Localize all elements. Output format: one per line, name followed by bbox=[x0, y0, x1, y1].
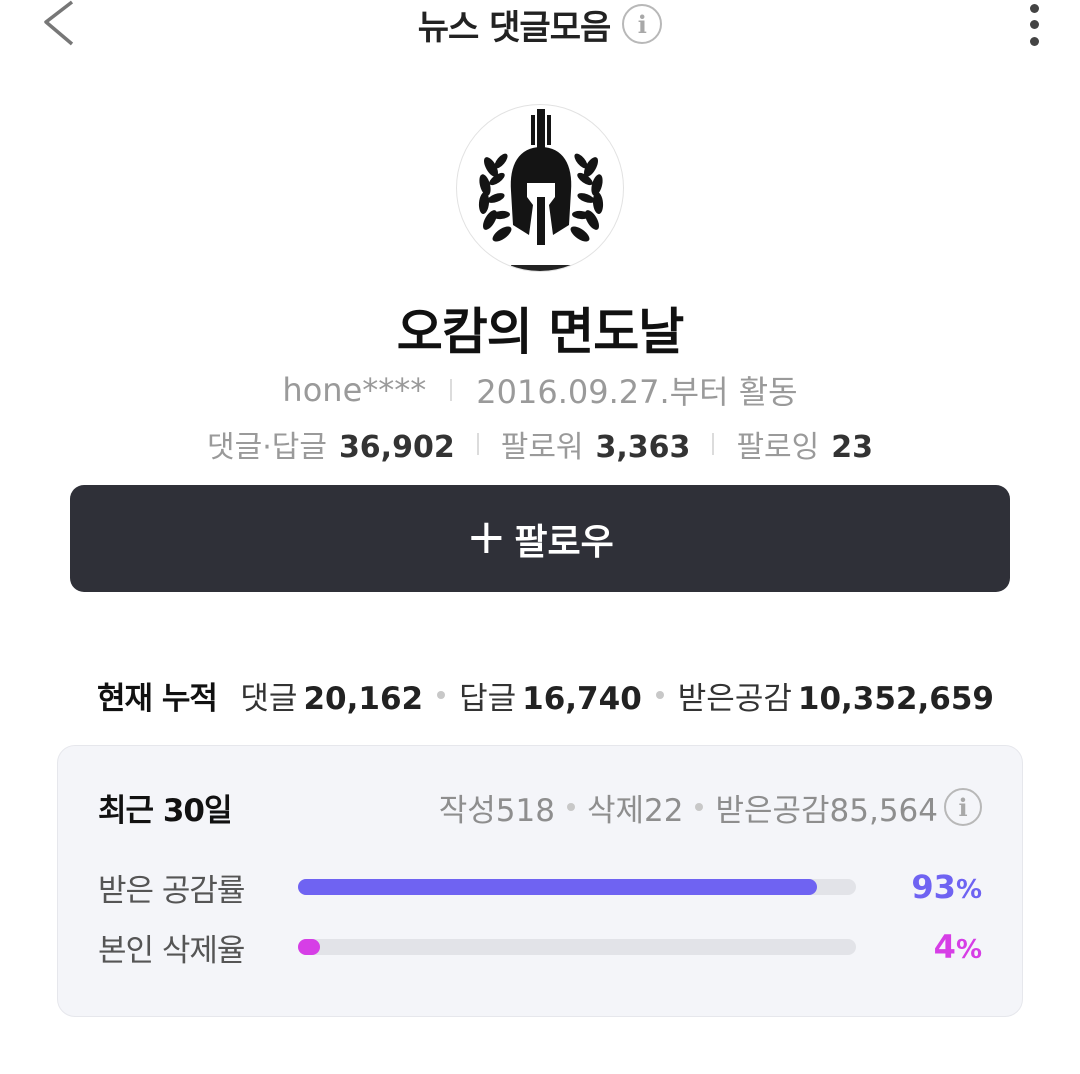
recent-deleted: 삭제22 bbox=[586, 792, 684, 829]
recent-30-days-card: 최근 30일 작성518 삭제22 받은공감85,564 i 받은 공감률 93… bbox=[57, 745, 1023, 1017]
more-options-button[interactable] bbox=[1018, 0, 1050, 50]
divider bbox=[476, 433, 479, 455]
profile-meta: hone**** 2016.09.27.부터 활동 bbox=[0, 368, 1080, 412]
page-title: 뉴스 댓글모음 bbox=[417, 7, 612, 48]
more-vertical-icon bbox=[1029, 3, 1039, 13]
card-title: 최근 30일 bbox=[98, 792, 232, 829]
dot-separator bbox=[655, 691, 664, 699]
like-rate-row: 받은 공감률 93% bbox=[98, 862, 982, 912]
follow-button-label: 팔로우 bbox=[514, 521, 614, 563]
delete-rate-bar bbox=[298, 939, 856, 955]
rate-unit: % bbox=[955, 875, 982, 905]
like-rate-value: 93% bbox=[911, 868, 982, 906]
like-rate-bar bbox=[298, 879, 856, 895]
cumulative-stats: 현재 누적 댓글 20,162 답글 16,740 받은공감 10,352,659 bbox=[97, 670, 994, 720]
recent-written: 작성518 bbox=[438, 792, 555, 829]
divider bbox=[450, 379, 453, 401]
stat-label: 팔로잉 bbox=[736, 430, 820, 465]
rate-number: 4 bbox=[933, 928, 956, 966]
total-value: 20,162 bbox=[303, 680, 424, 717]
stat-following[interactable]: 팔로잉 23 bbox=[736, 422, 873, 466]
dot-separator bbox=[437, 691, 446, 699]
delete-rate-label: 본인 삭제율 bbox=[98, 932, 245, 969]
avatar[interactable] bbox=[456, 104, 624, 272]
delete-rate-value: 4% bbox=[934, 928, 982, 966]
total-label: 댓글 bbox=[240, 680, 298, 717]
total-comments: 댓글 20,162 bbox=[240, 673, 423, 718]
dot-separator bbox=[566, 803, 575, 811]
recent-stats: 작성518 삭제22 받은공감85,564 i bbox=[439, 785, 982, 830]
total-value: 16,740 bbox=[522, 680, 642, 717]
stat-comments: 댓글·답글 36,902 bbox=[207, 422, 455, 466]
total-label: 답글 bbox=[459, 680, 517, 717]
active-since: 2016.09.27.부터 활동 bbox=[476, 373, 798, 411]
stat-value: 23 bbox=[831, 430, 873, 465]
stat-label: 댓글·답글 bbox=[207, 430, 327, 465]
delete-rate-row: 본인 삭제율 4% bbox=[98, 922, 982, 972]
total-label: 받은공감 bbox=[677, 680, 792, 717]
cumulative-label: 현재 누적 bbox=[97, 680, 218, 717]
rate-unit: % bbox=[955, 935, 982, 965]
like-rate-fill bbox=[298, 879, 817, 895]
user-id: hone**** bbox=[282, 371, 427, 409]
delete-rate-fill bbox=[298, 939, 321, 955]
divider bbox=[712, 433, 715, 455]
stat-followers[interactable]: 팔로워 3,363 bbox=[501, 422, 691, 466]
like-rate-label: 받은 공감률 bbox=[98, 872, 245, 909]
info-icon[interactable]: i bbox=[944, 788, 982, 826]
stat-value: 3,363 bbox=[595, 430, 691, 465]
total-likes: 받은공감 10,352,659 bbox=[678, 673, 994, 718]
cumulative-values: 댓글 20,162 답글 16,740 받은공감 10,352,659 bbox=[240, 673, 994, 718]
stat-value: 36,902 bbox=[338, 430, 455, 465]
dot-separator bbox=[695, 803, 704, 811]
spartan-helmet-laurel-icon bbox=[478, 109, 604, 271]
plus-icon: + bbox=[466, 508, 507, 565]
stat-label: 팔로워 bbox=[500, 430, 584, 465]
follow-button[interactable]: + 팔로우 bbox=[70, 485, 1010, 592]
total-value: 10,352,659 bbox=[797, 680, 994, 717]
rate-number: 93 bbox=[911, 868, 956, 906]
card-header: 최근 30일 작성518 삭제22 받은공감85,564 i bbox=[98, 782, 982, 832]
info-icon[interactable]: i bbox=[622, 4, 663, 44]
total-replies: 답글 16,740 bbox=[459, 673, 642, 718]
profile-stats: 댓글·답글 36,902 팔로워 3,363 팔로잉 23 bbox=[0, 422, 1080, 466]
title-group: 뉴스 댓글모음 i bbox=[0, 2, 1080, 48]
top-bar: 뉴스 댓글모음 i bbox=[0, 0, 1080, 60]
recent-likes: 받은공감85,564 bbox=[715, 792, 938, 829]
profile-nickname: 오캄의 면도날 bbox=[396, 303, 684, 361]
